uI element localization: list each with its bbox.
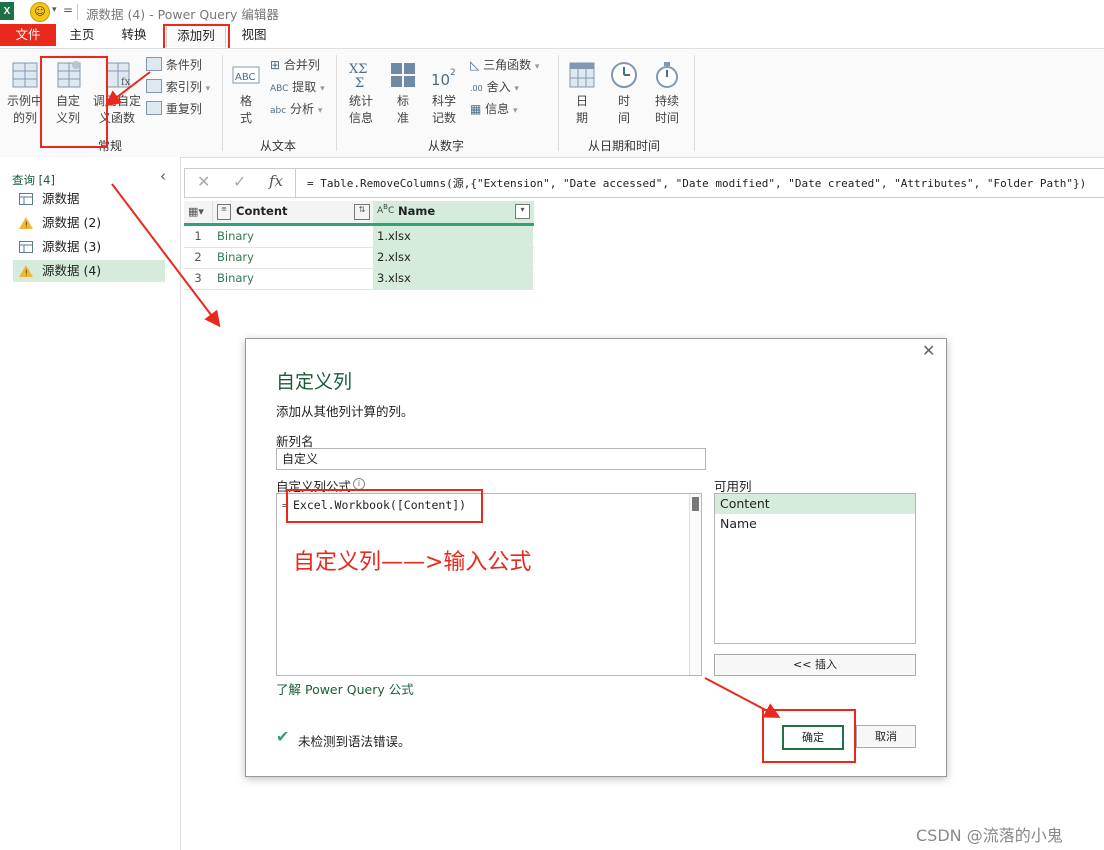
arrow-to-custom-column [104,71,151,107]
arrow-to-dialog [111,183,221,328]
watermark: CSDN @流落的小鬼 [916,826,1063,845]
arrow-to-ok-button [704,677,781,718]
annotation-arrows [104,71,781,718]
